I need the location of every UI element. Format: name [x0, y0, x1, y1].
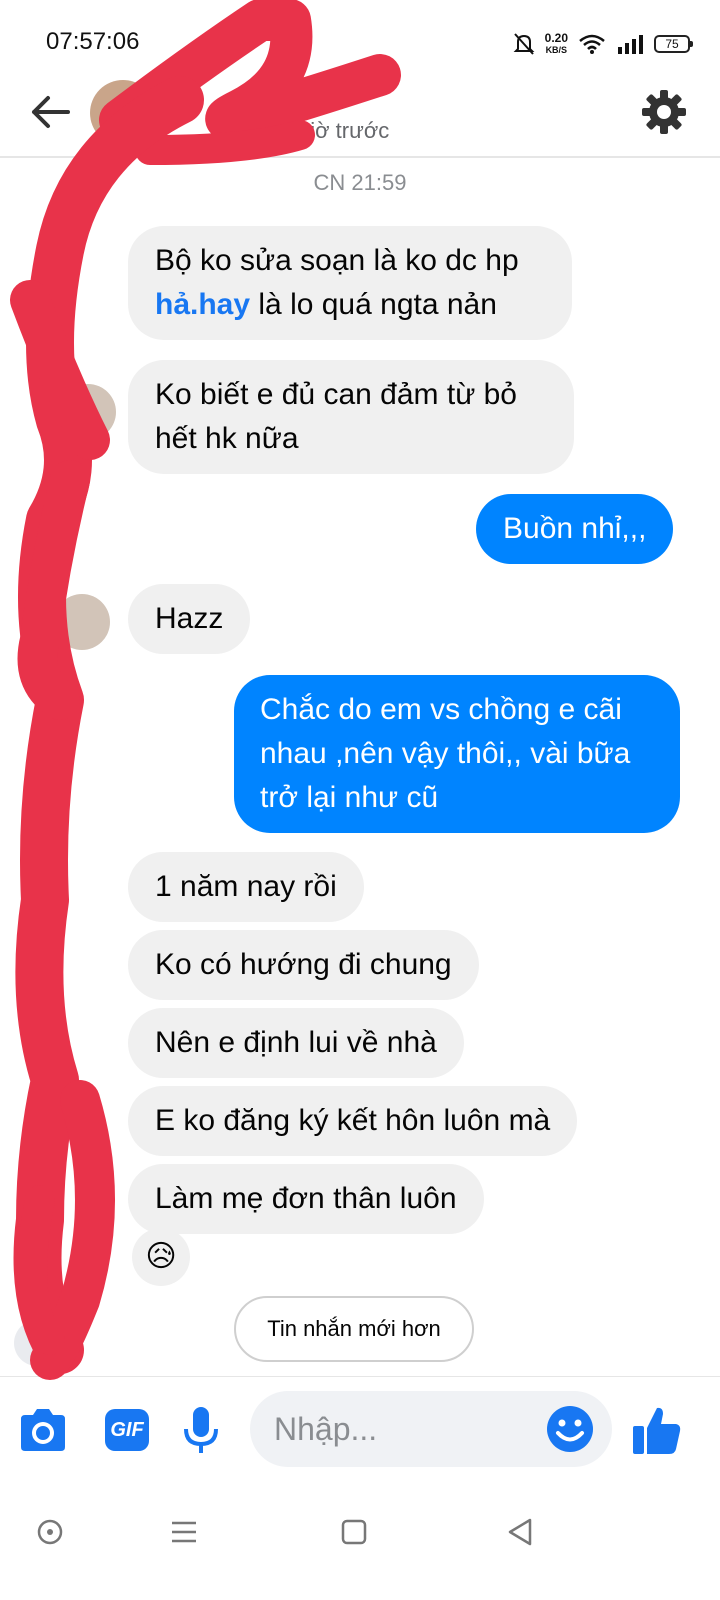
battery-indicator: 75 — [654, 35, 693, 53]
nav-menu-button[interactable] — [160, 1508, 208, 1556]
message-bubble-outgoing[interactable]: Buồn nhỉ,,, — [476, 494, 674, 564]
gear-icon — [642, 90, 686, 134]
status-icons: 0.20 KB/S 75 — [513, 28, 693, 60]
nav-assistant-button[interactable] — [26, 1508, 74, 1556]
arrow-left-icon — [32, 96, 70, 128]
chat-header: giờ trước — [0, 80, 720, 158]
message-text: Bộ ko sửa soạn là ko dc hp — [155, 244, 519, 277]
home-circle-icon — [37, 1519, 63, 1545]
message-text: hả.hay là lo quá ngta nản — [155, 288, 497, 321]
message-input-box[interactable] — [250, 1391, 612, 1467]
message-text: Chắc do em vs chồng e cãi — [260, 693, 622, 726]
message-text: E ko đăng ký kết hôn luôn mà — [155, 1104, 551, 1137]
camera-button[interactable] — [14, 1401, 72, 1459]
message-bubble-incoming[interactable]: Ko biết e đủ can đảm từ bỏ hết hk nữa — [128, 360, 574, 474]
emoji-reaction[interactable]: 😥 — [132, 1228, 190, 1286]
menu-lines-icon — [172, 1521, 196, 1543]
time-separator: CN 21:59 — [313, 170, 407, 195]
sender-avatar[interactable] — [60, 384, 116, 440]
message-bubble-incoming[interactable]: 1 năm nay rồi — [128, 852, 364, 922]
nav-back-button[interactable] — [496, 1508, 544, 1556]
net-speed: 0.20 KB/S — [544, 31, 568, 55]
wifi-icon — [579, 34, 605, 54]
back-triangle-icon — [508, 1518, 532, 1546]
camera-icon — [21, 1409, 65, 1451]
system-navbar — [0, 1484, 720, 1600]
message-bubble-incoming[interactable]: Làm mẹ đơn thân luôn — [128, 1164, 484, 1234]
settings-button[interactable] — [636, 84, 692, 140]
emoji-button[interactable] — [540, 1399, 600, 1459]
nav-home-button[interactable] — [330, 1508, 378, 1556]
newer-messages-button[interactable]: Tin nhắn mới hơn — [234, 1296, 474, 1362]
status-time: 07:57:06 — [46, 28, 140, 55]
microphone-button[interactable] — [172, 1401, 230, 1459]
mute-bell-icon — [513, 33, 535, 55]
scroll-down-button[interactable] — [14, 1320, 60, 1366]
message-link[interactable]: hả.hay — [155, 288, 250, 321]
microphone-icon — [184, 1407, 218, 1453]
message-text: Làm mẹ đơn thân luôn — [155, 1182, 457, 1215]
message-text: hết hk nữa — [155, 422, 299, 455]
message-text: trở lại như cũ — [260, 781, 439, 814]
sender-avatar[interactable] — [54, 594, 110, 650]
gif-button[interactable]: GIF — [98, 1401, 156, 1459]
message-text: Ko biết e đủ can đảm từ bỏ — [155, 378, 517, 411]
gif-label: GIF — [110, 1419, 144, 1441]
message-text: Buồn nhỉ,,, — [503, 512, 647, 545]
message-bubble-incoming[interactable]: Nên e định lui về nhà — [128, 1008, 464, 1078]
message-text: Ko có hướng đi chung — [155, 948, 452, 981]
message-text: Hazz — [155, 602, 224, 635]
message-text: 1 năm nay rồi — [155, 870, 337, 903]
message-bubble-incoming[interactable]: E ko đăng ký kết hôn luôn mà — [128, 1086, 578, 1156]
message-input[interactable] — [274, 1405, 534, 1453]
signal-icon — [618, 35, 643, 54]
message-bubble-incoming[interactable]: Ko có hướng đi chung — [128, 930, 479, 1000]
square-icon — [341, 1519, 367, 1545]
contact-status: giờ trước — [298, 118, 390, 143]
message-composer: GIF — [0, 1376, 720, 1484]
message-bubble-outgoing[interactable]: Chắc do em vs chồng e cãi nhau ,nên vậy … — [234, 675, 680, 833]
smiley-icon — [547, 1406, 593, 1452]
message-text: Nên e định lui về nhà — [155, 1026, 437, 1059]
message-bubble-incoming[interactable]: Hazz — [128, 584, 251, 654]
thumbs-up-icon — [633, 1407, 681, 1454]
message-text: nhau ,nên vậy thôi,, vài bữa — [260, 737, 631, 770]
back-button[interactable] — [26, 88, 74, 136]
contact-avatar[interactable] — [90, 80, 156, 146]
like-button[interactable] — [628, 1401, 686, 1459]
status-bar: 07:57:06 0.20 KB/S 75 — [0, 0, 720, 80]
message-bubble-incoming[interactable]: Bộ ko sửa soạn là ko dc hp hả.hay là lo … — [128, 226, 572, 340]
